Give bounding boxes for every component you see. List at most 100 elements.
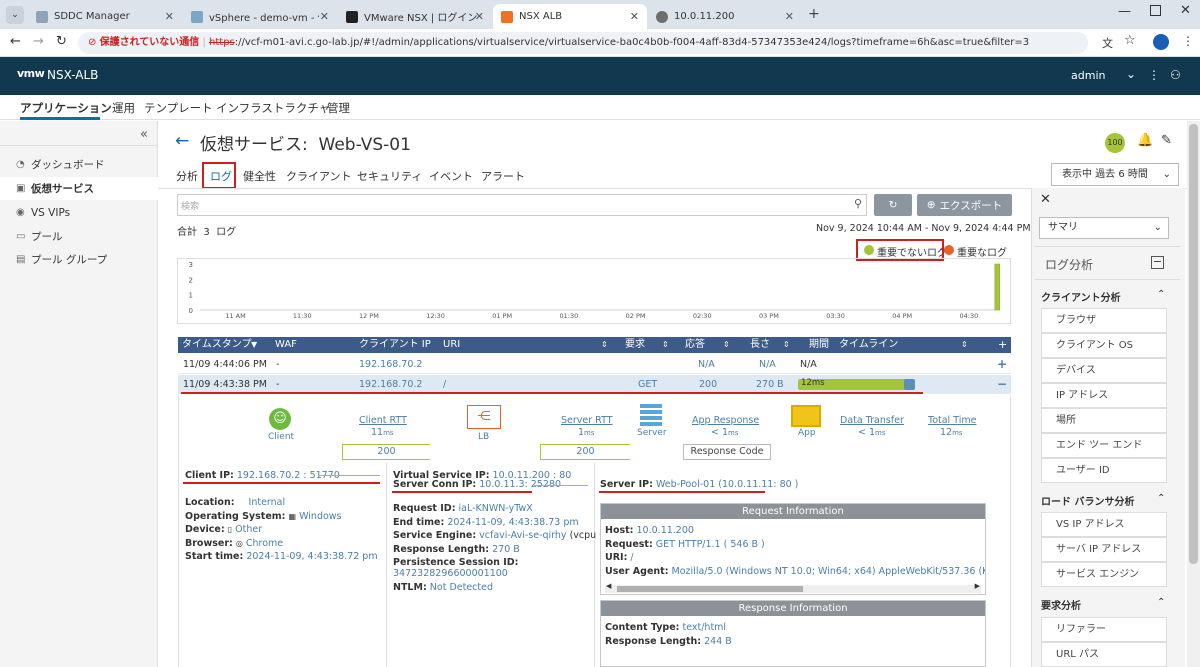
col-timestamp[interactable]: タイムスタンプ	[182, 337, 252, 353]
tab-health[interactable]: 健全性	[243, 168, 276, 184]
export-button[interactable]: ⊕ エクスポート	[917, 194, 1012, 216]
sidebar-item-pool-groups[interactable]: ▤ プール グループ	[0, 248, 158, 271]
col-uri[interactable]: URI	[443, 337, 460, 353]
close-tab-icon[interactable]: ✕	[785, 10, 794, 23]
browser-menu-icon[interactable]: ⋮	[1182, 34, 1194, 48]
col-waf[interactable]: WAF	[275, 337, 297, 353]
collapse-analytics-icon[interactable]: −	[1151, 256, 1164, 269]
bell-icon[interactable]: 🔔	[1137, 133, 1153, 148]
analysis-item-service-engine[interactable]: サービス エンジン	[1041, 562, 1167, 587]
tab-security[interactable]: セキュリティ	[357, 168, 422, 184]
analysis-item-vs-ip[interactable]: VS IP アドレス	[1041, 512, 1167, 537]
reload-icon[interactable]: ↻	[56, 34, 67, 49]
browser-tab-10-0-11-200[interactable]: 10.0.11.200 ✕	[648, 4, 802, 29]
user-icon[interactable]: ⚇	[1170, 68, 1181, 82]
edit-pencil-icon[interactable]: ✎	[1161, 133, 1172, 148]
page-scrollbar[interactable]	[1187, 121, 1200, 667]
analysis-item-server-ip[interactable]: サーバ IP アドレス	[1041, 537, 1167, 562]
log-search-input[interactable]: 検索 ⚲	[177, 194, 867, 216]
health-score-badge[interactable]: 100	[1105, 133, 1125, 153]
translate-icon[interactable]: 文	[1102, 35, 1113, 51]
sort-icon[interactable]: ⇕	[662, 337, 669, 353]
tab-analytics[interactable]: 分析	[176, 168, 198, 184]
analysis-item-referer[interactable]: リファラー	[1041, 617, 1167, 642]
forward-icon[interactable]: →	[33, 34, 44, 49]
page-scrollbar-thumb[interactable]	[1189, 124, 1198, 564]
back-arrow-icon[interactable]: ←	[175, 131, 189, 151]
tab-events[interactable]: イベント	[429, 168, 473, 184]
chevron-up-icon[interactable]: ⌃	[1157, 493, 1165, 504]
close-tab-icon[interactable]: ✕	[320, 10, 329, 23]
col-timeline[interactable]: タイムライン	[839, 337, 898, 353]
sort-icon[interactable]: ⇕	[783, 337, 790, 353]
search-icon[interactable]: ⚲	[854, 197, 862, 210]
col-client-ip[interactable]: クライアント IP	[359, 337, 431, 353]
close-tab-icon[interactable]: ✕	[165, 10, 174, 23]
sidebar-item-dashboard[interactable]: ◔ ダッシュボード	[0, 153, 158, 176]
legend-significant[interactable]: 重要なログ	[957, 244, 1007, 259]
analysis-item-browser[interactable]: ブラウザ	[1041, 308, 1167, 333]
sidebar-item-virtual-services[interactable]: ▣ 仮想サービス	[0, 177, 158, 200]
request-analysis-heading[interactable]: 要求分析	[1041, 597, 1081, 612]
client-analysis-heading[interactable]: クライアント分析	[1041, 289, 1121, 304]
browser-tab-nsx[interactable]: VMware NSX | ログイン ✕	[338, 4, 492, 29]
close-tab-icon[interactable]: ✕	[630, 10, 639, 23]
summary-select[interactable]: サマリ ⌄	[1039, 217, 1169, 239]
nav-infrastructure[interactable]: インフラストラクチャ	[216, 100, 330, 116]
close-window-icon[interactable]: ✕	[1180, 3, 1191, 18]
sort-icon[interactable]: ⇕	[601, 337, 608, 353]
col-duration[interactable]: 期間	[809, 337, 829, 353]
bookmark-star-icon[interactable]: ☆	[1124, 33, 1136, 48]
col-request[interactable]: 要求	[625, 337, 645, 353]
url-input[interactable]: ⊘ 保護されていない通信 | https://vcf-m01-avi.c.go-…	[78, 32, 1088, 54]
service-engine-link[interactable]: vcfavi-Avi-se-qirhy	[479, 530, 566, 541]
more-menu-icon[interactable]: ⋮	[1148, 68, 1160, 82]
back-icon[interactable]: ←	[10, 34, 21, 49]
minimize-icon[interactable]: —	[1118, 4, 1131, 19]
expand-row-icon[interactable]: +	[997, 355, 1007, 374]
sort-icon[interactable]: ⇕	[961, 337, 968, 353]
chevron-down-icon[interactable]: ⌄	[1126, 67, 1136, 81]
maximize-icon[interactable]	[1150, 5, 1161, 16]
chevron-up-icon[interactable]: ⌃	[1157, 597, 1165, 608]
refresh-button[interactable]: ↻	[874, 194, 912, 216]
scrollbar-thumb[interactable]	[617, 586, 803, 592]
collapse-row-icon[interactable]: −	[997, 375, 1007, 394]
analysis-item-location[interactable]: 場所	[1041, 408, 1167, 433]
profile-avatar-icon[interactable]	[1153, 34, 1169, 50]
col-response[interactable]: 応答	[685, 337, 705, 353]
nav-admin[interactable]: 管理	[327, 100, 350, 116]
user-menu[interactable]: admin	[1071, 69, 1105, 82]
horizontal-scrollbar[interactable]: ◀ ▶	[605, 582, 981, 593]
server-ip-value[interactable]: Web-Pool-01 (10.0.11.11: 80 )	[656, 479, 798, 490]
analysis-item-url-path[interactable]: URL パス	[1041, 642, 1167, 667]
nav-operations[interactable]: 運用	[112, 100, 135, 116]
analysis-item-device[interactable]: デバイス	[1041, 358, 1167, 383]
chevron-up-icon[interactable]: ⌃	[1157, 289, 1165, 300]
histogram-bar[interactable]	[994, 263, 1001, 311]
browser-tab-vsphere[interactable]: vSphere - demo-vm - 仮想マシン✕	[183, 4, 337, 29]
tab-search-icon[interactable]: ⌄	[6, 6, 24, 24]
scroll-right-icon[interactable]: ▶	[975, 582, 980, 590]
sort-desc-icon[interactable]: ▼	[251, 337, 257, 353]
cell-client-ip[interactable]: 192.168.70.2	[359, 355, 422, 374]
nav-templates[interactable]: テンプレート	[144, 100, 213, 116]
tab-alerts[interactable]: アラート	[481, 168, 525, 184]
analysis-item-client-os[interactable]: クライアント OS	[1041, 333, 1167, 358]
lb-analysis-heading[interactable]: ロード バランサ分析	[1041, 493, 1134, 508]
nav-applications[interactable]: アプリケーション	[20, 100, 112, 116]
analysis-item-user-id[interactable]: ユーザー ID	[1041, 458, 1167, 483]
sidebar-item-pools[interactable]: ▭ プール	[0, 225, 158, 248]
browser-tab-nsx-alb[interactable]: NSX ALB ✕	[493, 4, 647, 29]
table-row[interactable]: 11/09 4:44:06 PM - 192.168.70.2 N/A N/A …	[178, 355, 1011, 374]
collapse-sidebar-icon[interactable]: «	[140, 127, 148, 142]
time-range-select[interactable]: 表示中 過去 6 時間 ⌄	[1051, 163, 1179, 186]
close-tab-icon[interactable]: ✕	[475, 10, 484, 23]
scroll-left-icon[interactable]: ◀	[606, 582, 611, 590]
close-panel-icon[interactable]: ✕	[1040, 192, 1051, 207]
sidebar-item-vs-vips[interactable]: ◉ VS VIPs	[0, 201, 158, 224]
analysis-item-end-to-end[interactable]: エンド ツー エンド	[1041, 433, 1167, 458]
tab-clients[interactable]: クライアント	[286, 168, 352, 184]
sort-icon[interactable]: ⇕	[723, 337, 730, 353]
analysis-item-ip-address[interactable]: IP アドレス	[1041, 383, 1167, 408]
